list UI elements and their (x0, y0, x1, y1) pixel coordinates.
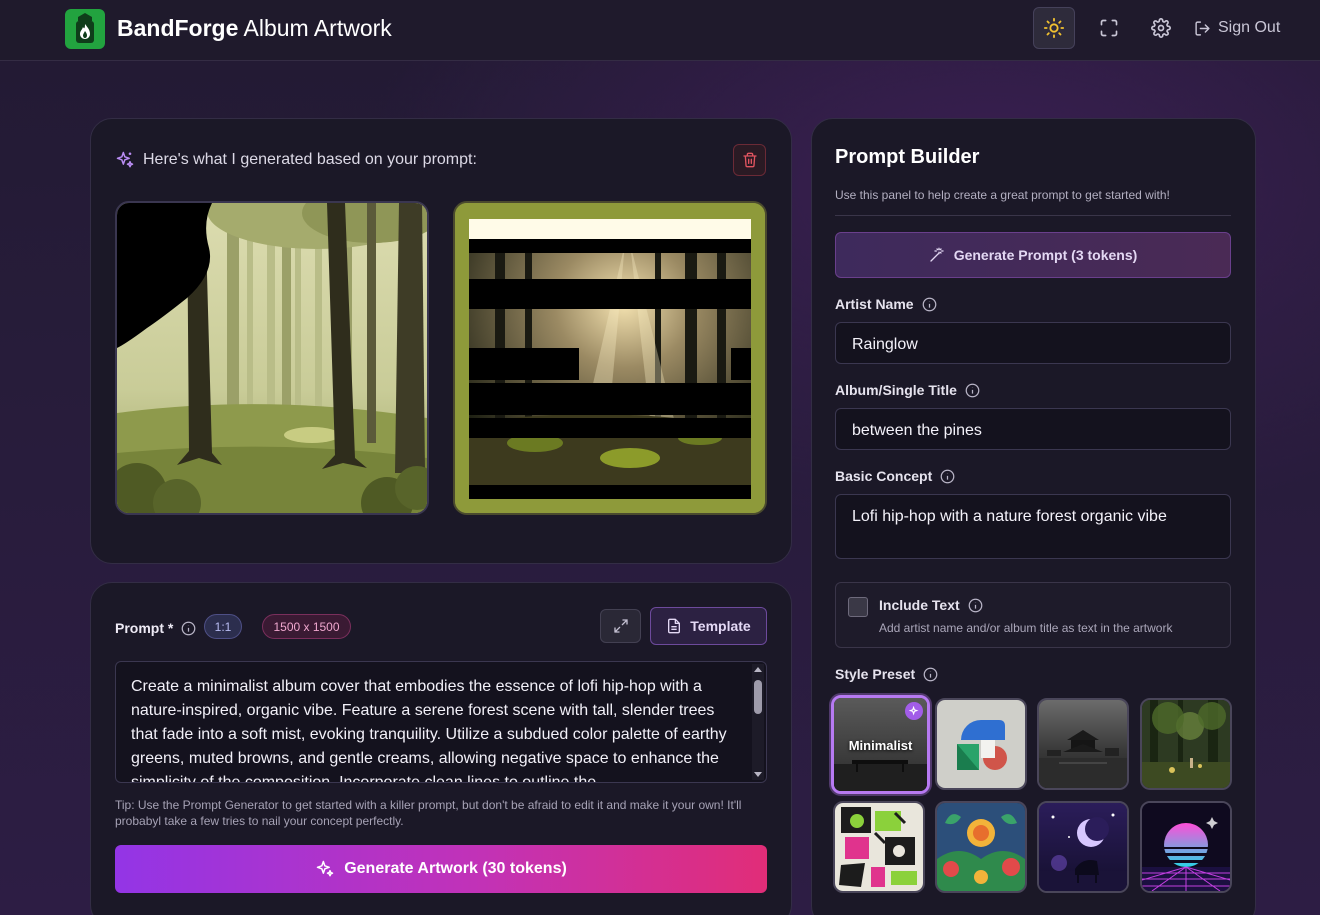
info-icon[interactable] (965, 383, 980, 398)
prompt-textarea[interactable]: Create a minimalist album cover that emb… (115, 661, 767, 783)
style-preset-synthwave[interactable] (1140, 801, 1232, 893)
template-label: Template (690, 618, 751, 634)
prompt-info-icon[interactable] (181, 621, 196, 636)
expand-prompt-button[interactable] (600, 609, 641, 643)
trash-icon (742, 152, 757, 168)
style-preset-label-text: Style Preset (835, 666, 916, 682)
info-icon[interactable] (940, 469, 955, 484)
magic-wand-icon (930, 247, 944, 262)
album-title-label: Album/Single Title (835, 382, 980, 398)
prompt-text: Create a minimalist album cover that emb… (131, 678, 727, 783)
info-icon[interactable] (923, 667, 938, 682)
app-header: BandForge Album Artwork Sign Out (0, 0, 1320, 61)
selected-sparkles-icon (905, 702, 923, 720)
template-button[interactable]: Template (650, 607, 767, 645)
style-preset-geometric[interactable] (935, 698, 1027, 790)
resolution-badge: 1500 x 1500 (262, 614, 351, 639)
sign-out-label: Sign Out (1218, 19, 1281, 36)
include-text-option[interactable] (835, 582, 1231, 648)
include-text-description: Add artist name and/or album title as te… (879, 621, 1173, 635)
generated-artwork-2[interactable] (453, 201, 767, 515)
prompt-builder-title: Prompt Builder (835, 146, 980, 168)
sign-out-icon (1195, 20, 1210, 36)
generate-prompt-button[interactable]: Generate Prompt (3 tokens) (835, 232, 1231, 278)
generated-results-title: Here's what I generated based on your pr… (143, 151, 477, 168)
artist-name-input[interactable]: Rainglow (835, 322, 1231, 364)
gear-icon (1151, 18, 1171, 38)
style-preset-fantasy-forest[interactable] (1140, 698, 1232, 790)
sign-out-button[interactable]: Sign Out (1194, 17, 1280, 39)
minimalist-preset-label: Minimalist (848, 738, 913, 753)
style-preset-folk-art[interactable] (935, 801, 1027, 893)
style-preset-dreamy-night[interactable] (1037, 801, 1129, 893)
scroll-thumb[interactable] (754, 680, 762, 714)
app-title: BandForge Album Artwork (117, 15, 392, 42)
style-preset-graffiti[interactable] (833, 801, 925, 893)
generate-artwork-label: Generate Artwork (30 tokens) (344, 860, 567, 877)
sparkles-icon (316, 860, 334, 877)
sparkles-icon (116, 151, 134, 168)
prompt-builder-subtitle: Use this panel to help create a great pr… (835, 188, 1170, 202)
document-icon (668, 618, 681, 634)
basic-concept-label: Basic Concept (835, 468, 955, 484)
theme-toggle-button[interactable] (1033, 7, 1075, 49)
artist-name-label-text: Artist Name (835, 296, 914, 312)
style-preset-minimalist[interactable]: Minimalist (831, 695, 930, 794)
bandforge-logo-icon (65, 9, 105, 49)
scroll-up-arrow-icon[interactable] (754, 667, 762, 672)
prompt-scrollbar[interactable] (752, 664, 764, 780)
sun-icon (1043, 17, 1065, 39)
include-text-label-text: Include Text (879, 597, 960, 613)
basic-concept-textarea[interactable]: Lofi hip-hop with a nature forest organi… (835, 494, 1231, 559)
info-icon[interactable] (922, 297, 937, 312)
prompt-label: Prompt * (115, 620, 174, 636)
generate-prompt-label: Generate Prompt (3 tokens) (953, 247, 1138, 263)
prompt-label-row: Prompt * (115, 618, 196, 636)
album-title-label-text: Album/Single Title (835, 382, 957, 398)
brand-name: BandForge (117, 15, 239, 41)
style-preset-label: Style Preset (835, 666, 938, 682)
include-text-checkbox[interactable] (848, 597, 868, 617)
generated-artwork-1[interactable] (115, 201, 429, 515)
prompt-tip: Tip: Use the Prompt Generator to get sta… (115, 798, 742, 828)
settings-button[interactable] (1140, 7, 1182, 49)
include-text-label: Include Text (879, 597, 983, 613)
scroll-down-arrow-icon[interactable] (754, 772, 762, 777)
aspect-ratio-badge: 1:1 (204, 614, 242, 639)
info-icon[interactable] (968, 598, 983, 613)
expand-icon (613, 619, 628, 633)
fullscreen-button[interactable] (1088, 7, 1130, 49)
fullscreen-icon (1100, 19, 1118, 37)
album-title-input[interactable]: between the pines (835, 408, 1231, 450)
generate-artwork-button[interactable]: Generate Artwork (30 tokens) (115, 845, 767, 893)
generated-results-heading: Here's what I generated based on your pr… (115, 150, 477, 170)
builder-divider (835, 215, 1231, 216)
brand-subtitle: Album Artwork (243, 15, 392, 41)
delete-results-button[interactable] (733, 144, 766, 176)
basic-concept-label-text: Basic Concept (835, 468, 933, 484)
artist-name-label: Artist Name (835, 296, 937, 312)
style-preset-monochrome[interactable] (1037, 698, 1129, 790)
